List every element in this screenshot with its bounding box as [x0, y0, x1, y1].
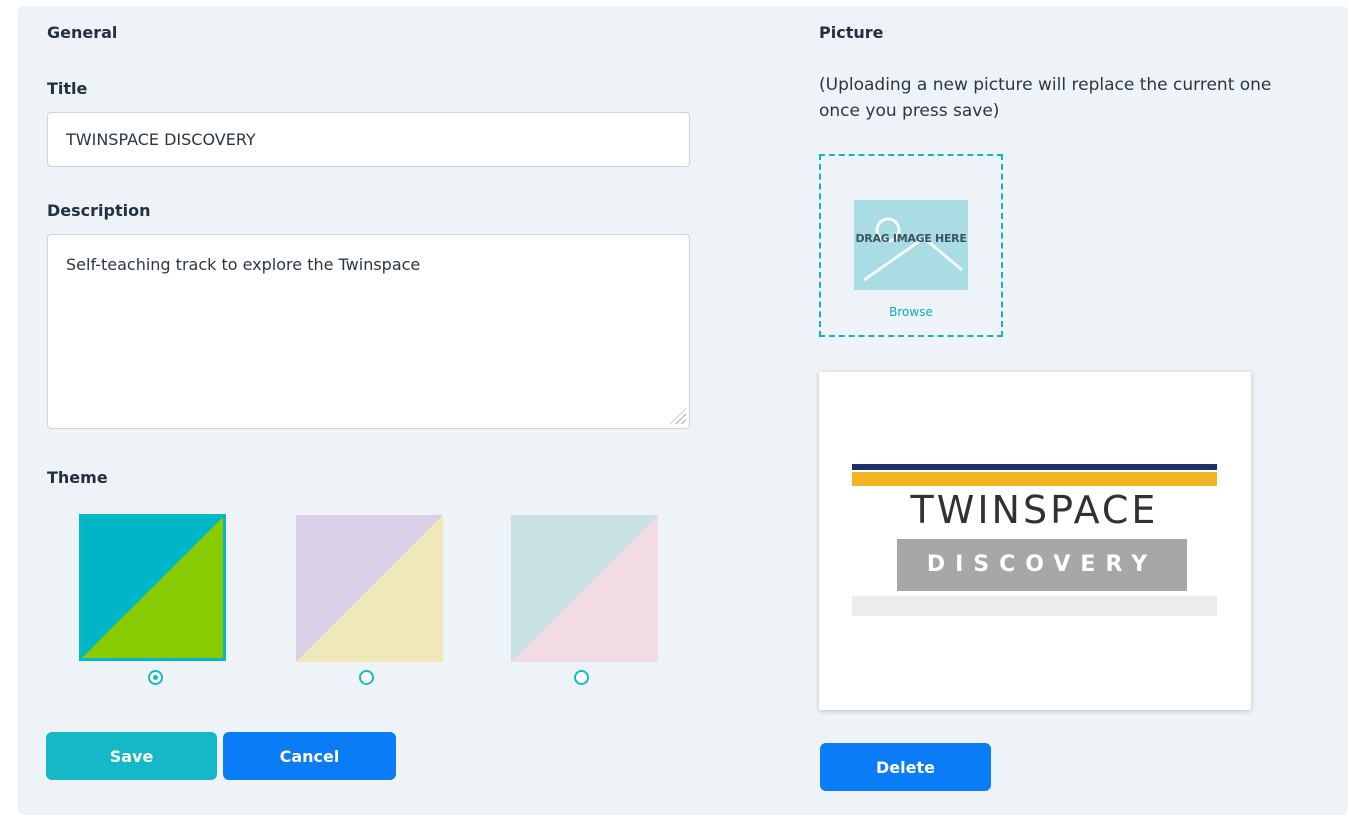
description-textarea[interactable]: Self-teaching track to explore the Twins… [47, 234, 690, 429]
logo-stripe-yellow [852, 472, 1217, 486]
theme-swatch-1[interactable] [79, 514, 226, 661]
image-dropzone[interactable]: DRAG IMAGE HERE Browse [819, 154, 1003, 337]
delete-button[interactable]: Delete [820, 743, 991, 791]
logo-shadow [852, 596, 1217, 616]
theme-swatch-2[interactable] [296, 515, 443, 662]
theme-radio-2[interactable] [359, 670, 374, 685]
theme-radio-1[interactable] [148, 670, 163, 685]
image-placeholder-icon: DRAG IMAGE HERE [854, 200, 968, 290]
theme-radio-3[interactable] [574, 670, 589, 685]
theme-swatch-3[interactable] [511, 515, 658, 662]
description-label: Description [47, 201, 151, 220]
drop-text: DRAG IMAGE HERE [855, 232, 967, 245]
logo-title: TWINSPACE [910, 488, 1159, 532]
picture-hint: (Uploading a new picture will replace th… [819, 75, 1272, 121]
title-label: Title [47, 79, 88, 98]
picture-preview: TWINSPACE DISCOVERY [819, 372, 1251, 710]
title-input[interactable] [47, 112, 690, 167]
logo-subtitle: DISCOVERY [897, 539, 1187, 591]
general-heading: General [47, 23, 118, 42]
picture-heading: Picture [819, 23, 884, 42]
logo-stripe-navy [852, 464, 1217, 470]
save-button[interactable]: Save [46, 732, 217, 780]
browse-link[interactable]: Browse [821, 305, 1001, 319]
cancel-button[interactable]: Cancel [223, 732, 396, 780]
theme-label: Theme [47, 468, 108, 487]
